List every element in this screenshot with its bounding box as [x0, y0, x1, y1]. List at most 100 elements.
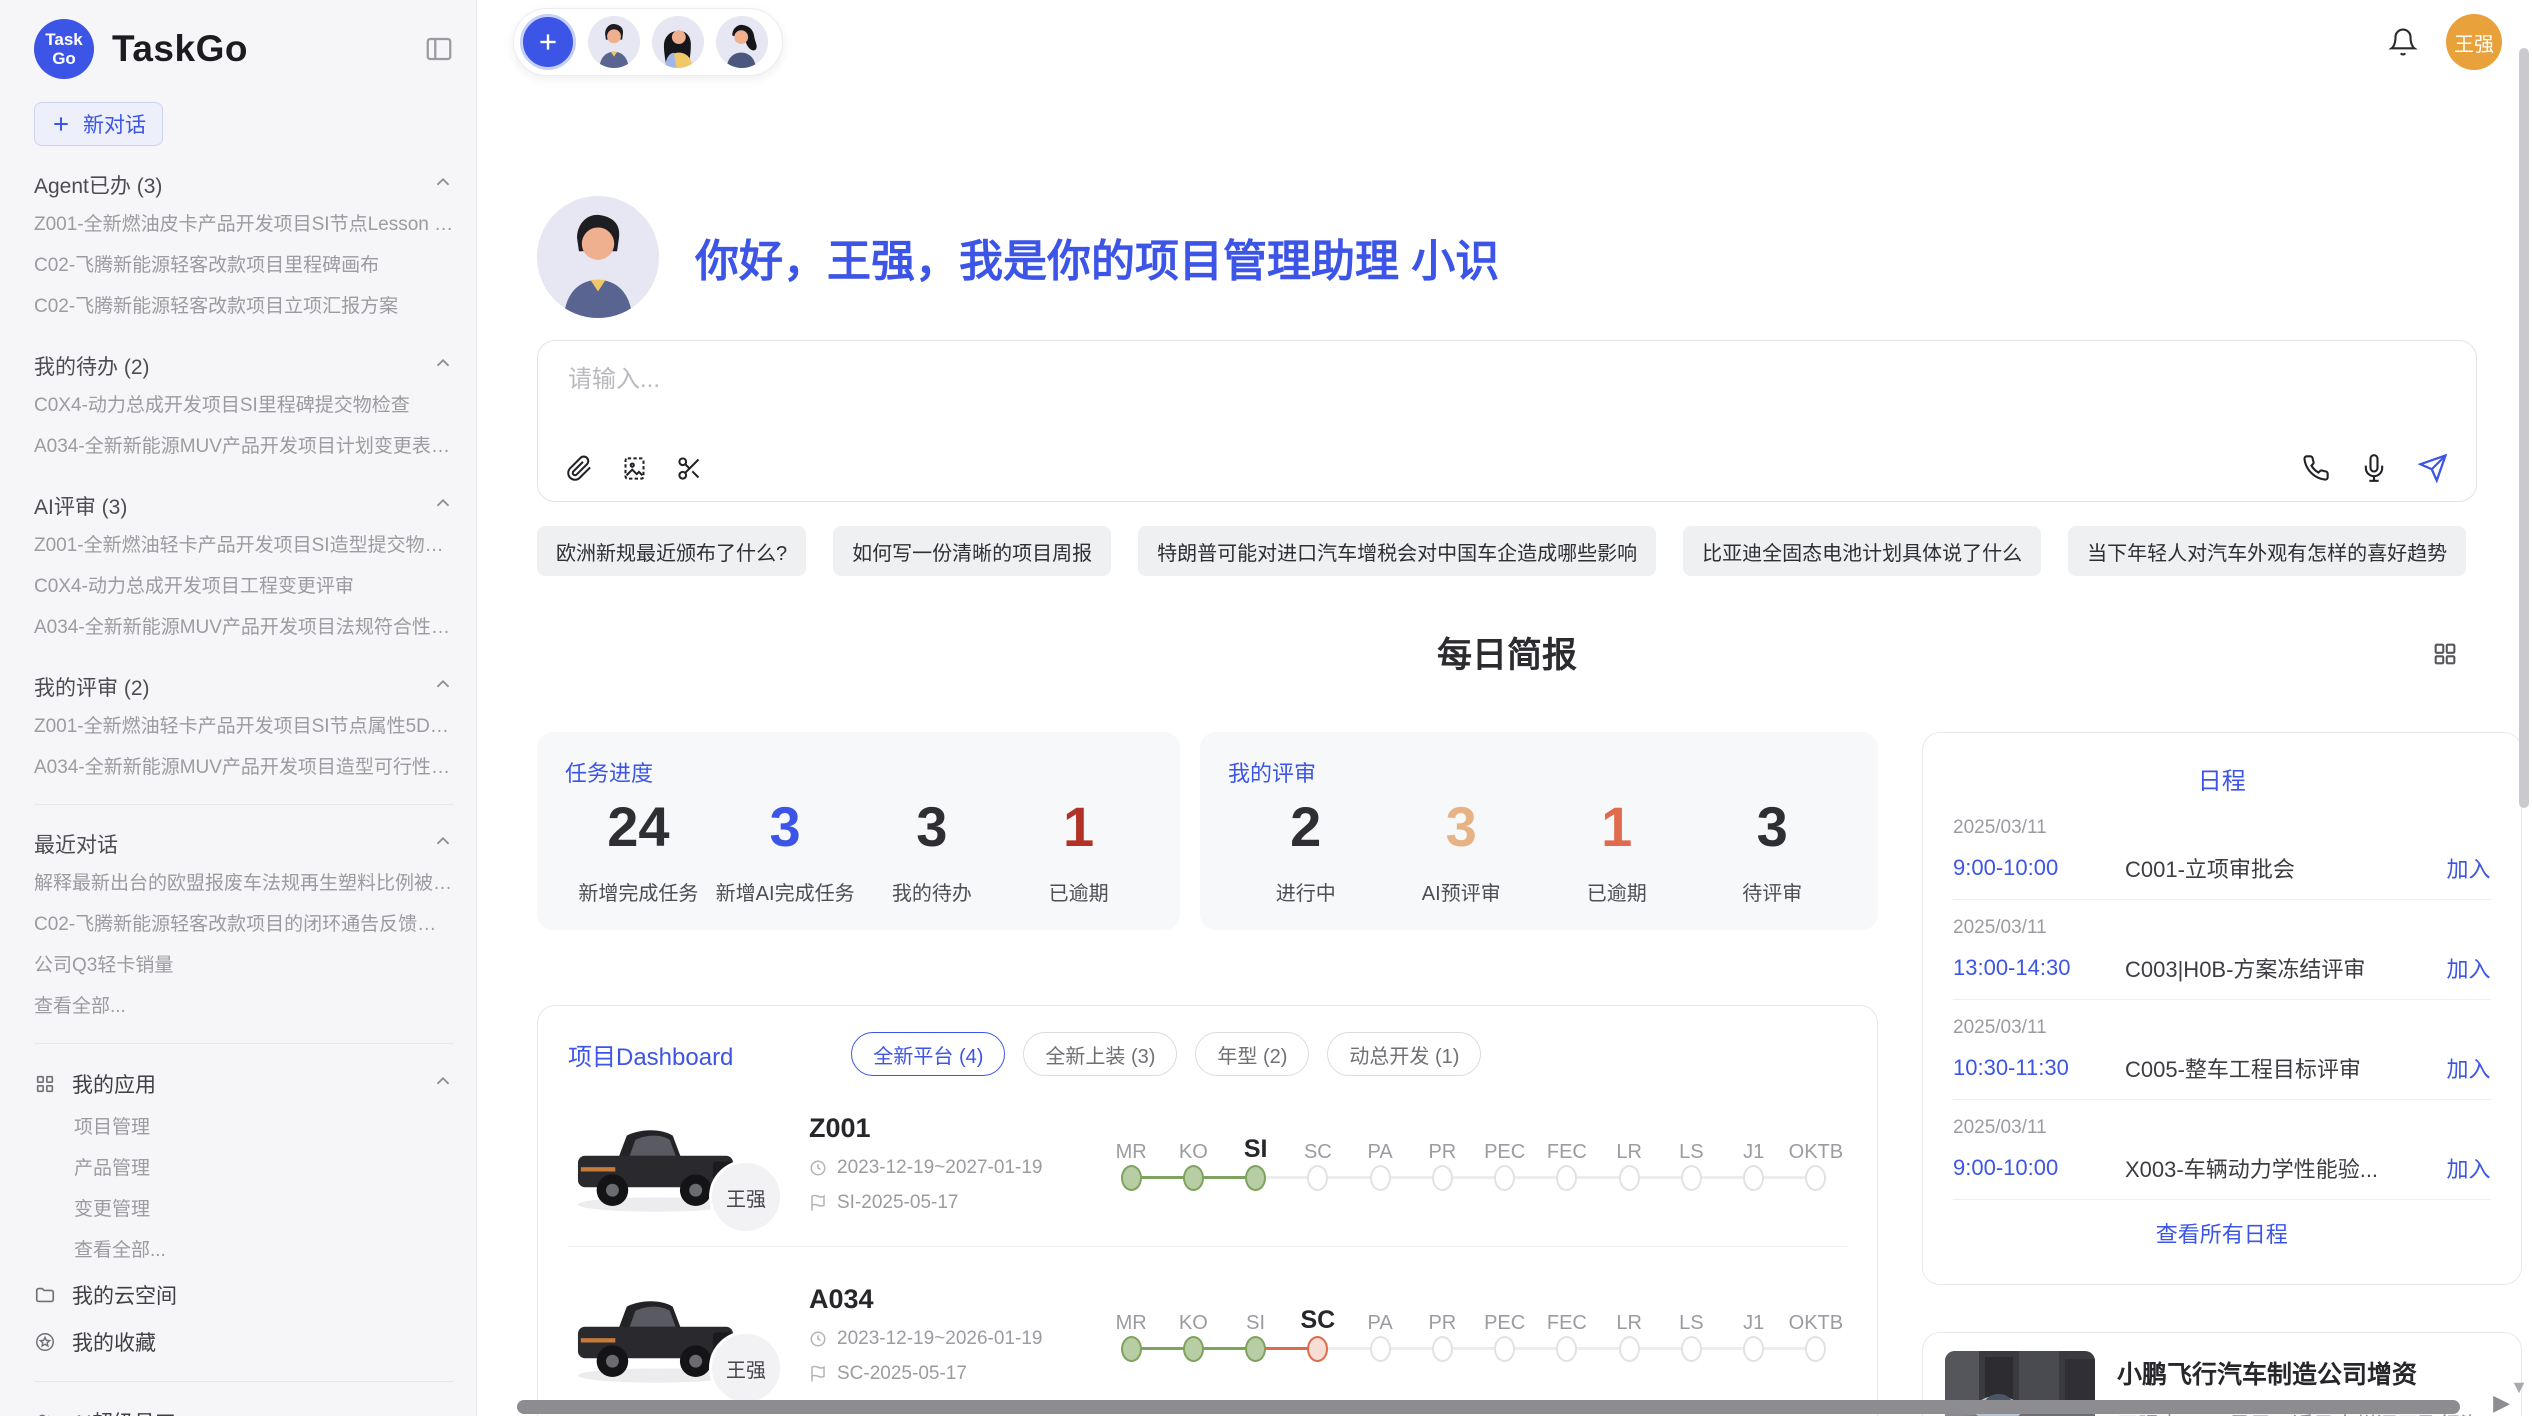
project-owner-badge: 王强 — [709, 1331, 783, 1405]
chevron-up-icon[interactable] — [432, 171, 454, 199]
greeting: 你好，王强，我是你的项目管理助理 小识 — [537, 196, 2477, 318]
sidebar-item[interactable]: A034-全新新能源MUV产品开发项目法规符合性评审 — [34, 607, 454, 648]
vertical-scrollbar[interactable] — [2519, 48, 2529, 808]
stat-value: 24 — [565, 794, 712, 859]
stat: 3 我的待办 — [859, 794, 1006, 906]
sidebar-item[interactable]: Z001-全新燃油皮卡产品开发项目SI节点Lesson Learn报告 — [34, 204, 454, 245]
cloud-space-label: 我的云空间 — [72, 1280, 177, 1310]
milestone-dot — [1743, 1336, 1764, 1362]
suggestion-chip[interactable]: 当下年轻人对汽车外观有怎样的喜好趋势 — [2068, 526, 2466, 576]
agent-avatar-1[interactable] — [588, 16, 640, 68]
sidebar-item[interactable]: A034-全新新能源MUV产品开发项目计划变更表编写 — [34, 426, 454, 467]
new-chat-button[interactable]: 新对话 — [34, 102, 163, 146]
dashboard-tab[interactable]: 动总开发 (1) — [1327, 1032, 1481, 1076]
scroll-down-arrow-icon[interactable]: ▼ — [2510, 1377, 2528, 1398]
stat-label: AI预评审 — [1384, 877, 1540, 906]
stat: 2 进行中 — [1228, 794, 1384, 906]
recent-conversation-item[interactable]: C02-飞腾新能源轻客改款项目的闭环通告反馈情况 — [34, 904, 454, 945]
chevron-up-icon[interactable] — [432, 673, 454, 701]
agent-avatar-3[interactable] — [716, 16, 768, 68]
milestone-label: SI — [1246, 1301, 1265, 1335]
sidebar-item[interactable]: Z001-全新燃油轻卡产品开发项目SI造型提交物评审 — [34, 525, 454, 566]
sidebar-item-ai-staff[interactable]: AI超级员工 — [34, 1398, 454, 1416]
layout-grid-icon[interactable] — [2431, 640, 2459, 668]
app-item[interactable]: 项目管理 — [34, 1107, 454, 1148]
milestone-label: PA — [1368, 1130, 1393, 1164]
event-join-link[interactable]: 加入 — [2447, 852, 2491, 884]
my-review-card: 我的评审 2 进行中 3 AI预评审 1 已逾期 — [1200, 732, 1878, 930]
schedule-title: 日程 — [1953, 761, 2491, 796]
sidebar-item[interactable]: C02-飞腾新能源轻客改款项目里程碑画布 — [34, 245, 454, 286]
milestone-dot — [1432, 1336, 1453, 1362]
suggestion-chip[interactable]: 比亚迪全固态电池计划具体说了什么 — [1683, 526, 2041, 576]
sidebar-group-header-agent-done[interactable]: Agent已办 (3) — [34, 170, 454, 200]
sidebar-item[interactable]: A034-全新新能源MUV产品开发项目造型可行性评审 — [34, 747, 454, 788]
phone-icon[interactable] — [2302, 454, 2330, 482]
scroll-right-arrow-icon[interactable]: ▶ — [2493, 1390, 2510, 1416]
sidebar-item-my-apps[interactable]: 我的应用 — [34, 1060, 454, 1107]
notifications-bell-icon[interactable] — [2388, 27, 2418, 57]
dashboard-header: 项目Dashboard 全新平台 (4)全新上装 (3)年型 (2)动总开发 (… — [568, 1032, 1847, 1076]
microphone-icon[interactable] — [2360, 454, 2388, 482]
project-date-range: 2023-12-19~2026-01-19 — [837, 1328, 1042, 1350]
sidebar-item-cloud-space[interactable]: 我的云空间 — [34, 1271, 454, 1318]
milestone-dot — [1245, 1165, 1266, 1191]
sidebar-group-header-my-review[interactable]: 我的评审 (2) — [34, 672, 454, 702]
recent-view-all[interactable]: 查看全部... — [34, 986, 454, 1027]
user-avatar[interactable]: 王强 — [2446, 14, 2502, 70]
project-row-a034[interactable]: 王强 A034 2023-12-19~2026-01-19 — [568, 1246, 1847, 1416]
event-title: C003|H0B-方案冻结评审 — [2125, 952, 2435, 984]
project-flag: SI-2025-05-17 — [809, 1192, 1074, 1214]
image-upload-icon[interactable] — [621, 455, 648, 482]
clock-icon — [809, 1159, 827, 1177]
sidebar-item[interactable]: C02-飞腾新能源轻客改款项目立项汇报方案 — [34, 286, 454, 327]
sidebar-item[interactable]: C0X4-动力总成开发项目SI里程碑提交物检查 — [34, 385, 454, 426]
chevron-up-icon[interactable] — [432, 492, 454, 520]
recent-conversation-item[interactable]: 解释最新出台的欧盟报废车法规再生塑料比例被调至15%... — [34, 863, 454, 904]
dashboard-tab[interactable]: 全新上装 (3) — [1023, 1032, 1177, 1076]
scissors-icon[interactable] — [676, 455, 703, 482]
assistant-avatar — [537, 196, 659, 318]
sidebar-group-header-ai-review[interactable]: AI评审 (3) — [34, 491, 454, 521]
stat-value: 3 — [712, 794, 859, 859]
sidebar-group-header-my-todo[interactable]: 我的待办 (2) — [34, 351, 454, 381]
project-row-z001[interactable]: 王强 Z001 2023-12-19~2027-01-19 — [568, 1076, 1847, 1246]
app-item[interactable]: 产品管理 — [34, 1148, 454, 1189]
chevron-up-icon[interactable] — [432, 830, 454, 858]
attachment-icon[interactable] — [566, 455, 593, 482]
logo-line1: Task — [45, 30, 83, 49]
group-items: C0X4-动力总成开发项目SI里程碑提交物检查A034-全新新能源MUV产品开发… — [34, 385, 454, 467]
recent-conversation-item[interactable]: 公司Q3轻卡销量 — [34, 945, 454, 986]
suggestion-chip[interactable]: 特朗普可能对进口汽车增税会对中国车企造成哪些影响 — [1138, 526, 1656, 576]
milestone: KO — [1162, 1130, 1224, 1191]
suggestion-chip[interactable]: 欧洲新规最近颁布了什么? — [537, 526, 806, 576]
schedule-events: 2025/03/11 9:00-10:00 C001-立项审批会 加入 2025… — [1953, 800, 2491, 1200]
sidebar-item-favorites[interactable]: 我的收藏 — [34, 1318, 454, 1365]
agent-avatar-2[interactable] — [652, 16, 704, 68]
chevron-up-icon[interactable] — [432, 352, 454, 380]
chat-input[interactable] — [566, 365, 2448, 395]
milestone: LS — [1660, 1301, 1722, 1362]
event-join-link[interactable]: 加入 — [2447, 1052, 2491, 1084]
input-toolbar — [566, 453, 2448, 483]
event-join-link[interactable]: 加入 — [2447, 952, 2491, 984]
horizontal-scrollbar[interactable] — [517, 1400, 2460, 1414]
suggestion-chip[interactable]: 如何写一份清晰的项目周报 — [833, 526, 1111, 576]
agent-crew-pill — [513, 8, 783, 76]
sidebar-item[interactable]: Z001-全新燃油轻卡产品开发项目SI节点属性5D文件评审 — [34, 706, 454, 747]
sidebar-item[interactable]: C0X4-动力总成开发项目工程变更评审 — [34, 566, 454, 607]
milestone: FEC — [1536, 1130, 1598, 1191]
send-icon[interactable] — [2418, 453, 2448, 483]
add-agent-button[interactable] — [520, 14, 576, 70]
project-dashboard-card: 项目Dashboard 全新平台 (4)全新上装 (3)年型 (2)动总开发 (… — [537, 1005, 1878, 1416]
collapse-sidebar-icon[interactable] — [424, 34, 454, 64]
view-all-schedule-link[interactable]: 查看所有日程 — [1953, 1200, 2491, 1255]
dashboard-tab[interactable]: 全新平台 (4) — [851, 1032, 1005, 1076]
apps-view-all[interactable]: 查看全部... — [34, 1230, 454, 1271]
event-join-link[interactable]: 加入 — [2447, 1152, 2491, 1184]
app-item[interactable]: 变更管理 — [34, 1189, 454, 1230]
sidebar-group-header-recent[interactable]: 最近对话 — [34, 829, 454, 859]
schedule-event: 2025/03/11 10:30-11:30 C005-整车工程目标评审 加入 — [1953, 1000, 2491, 1100]
chevron-up-icon[interactable] — [432, 1070, 454, 1098]
dashboard-tab[interactable]: 年型 (2) — [1195, 1032, 1309, 1076]
